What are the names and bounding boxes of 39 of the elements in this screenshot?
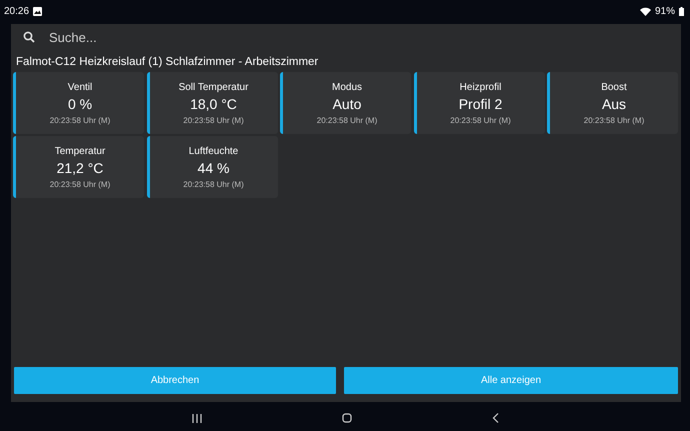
battery-icon (679, 6, 684, 16)
tile-label: Modus (332, 82, 362, 92)
tile-label: Temperatur (54, 146, 106, 156)
state-tile[interactable]: Luftfeuchte 44 % 20:23:58 Uhr (M) (146, 136, 278, 198)
image-icon (33, 6, 42, 16)
tile-timestamp: 20:23:58 Uhr (M) (316, 116, 378, 124)
state-tile[interactable]: Boost Aus 20:23:58 Uhr (M) (547, 72, 678, 134)
tile-value: 18,0 °C (190, 96, 237, 112)
tile-value: Profil 2 (458, 96, 502, 112)
tile-timestamp: 20:23:58 Uhr (M) (183, 180, 244, 188)
state-tile[interactable]: Temperatur 21,2 °C 20:23:58 Uhr (M) (13, 136, 144, 198)
tile-timestamp: 20:23:58 Uhr (M) (183, 116, 244, 124)
search-icon (23, 31, 35, 43)
clock: 20:26 (4, 6, 30, 16)
wifi-icon (640, 6, 651, 16)
tile-label: Soll Temperatur (178, 82, 248, 92)
tile-value: 0 % (68, 96, 92, 112)
tile-value: Aus (602, 96, 626, 112)
state-tile[interactable]: Heizprofil Profil 2 20:23:58 Uhr (M) (414, 72, 544, 134)
tile-value: Auto (332, 96, 362, 112)
tile-label: Ventil (68, 82, 92, 92)
tile-timestamp: 20:23:58 Uhr (M) (450, 116, 511, 124)
tile-timestamp: 20:23:58 Uhr (M) (584, 116, 644, 124)
back-icon[interactable] (492, 413, 498, 423)
tile-label: Luftfeuchte (188, 146, 238, 156)
state-tile[interactable]: Ventil 0 % 20:23:58 Uhr (M) (13, 72, 144, 134)
tile-timestamp: 20:23:58 Uhr (M) (50, 180, 110, 188)
battery-level: 91% (654, 6, 675, 16)
state-tile[interactable]: Modus Auto 20:23:58 Uhr (M) (280, 72, 411, 134)
search-field[interactable]: Suche... (49, 30, 349, 44)
recent-apps-icon[interactable] (192, 414, 202, 422)
home-icon[interactable] (342, 413, 352, 423)
tile-value: 44 % (198, 160, 230, 176)
tile-value: 21,2 °C (56, 160, 104, 176)
dialog-title: Falmot-C12 Heizkreislauf (1) Schlafzimmer - Arbeitszimmer (16, 56, 320, 68)
tile-timestamp: 20:23:58 Uhr (M) (50, 116, 110, 124)
tile-label: Heizprofil (460, 82, 502, 92)
state-tile[interactable]: Soll Temperatur 18,0 °C 20:23:58 Uhr (M) (146, 72, 278, 134)
tile-label: Boost (601, 82, 627, 92)
